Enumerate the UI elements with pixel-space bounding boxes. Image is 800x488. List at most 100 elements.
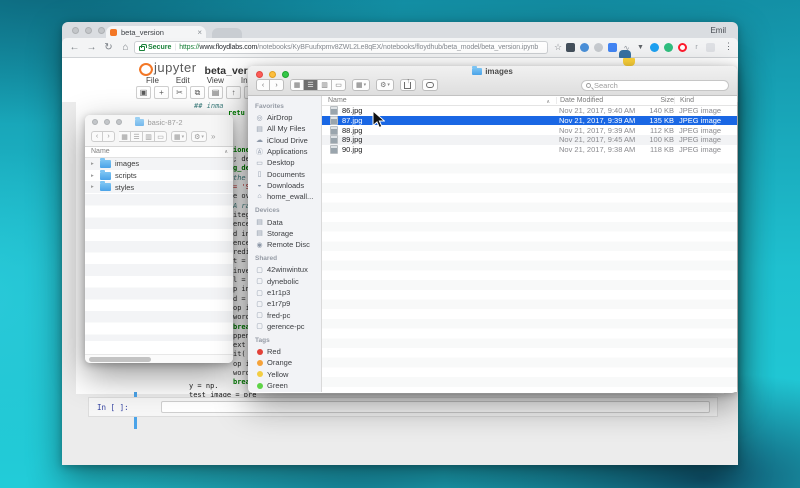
share-icon xyxy=(404,78,412,89)
action-gear-button[interactable]: ⚙ ▾ xyxy=(376,79,394,91)
shield-extension-icon[interactable] xyxy=(566,43,575,52)
finder-small-toolbar: ‹ › ▦ ☰ ▥ ▭ ▦ ▾ ⚙ ▾ » xyxy=(91,131,215,142)
reload-button[interactable]: ↻ xyxy=(103,41,114,54)
sidebar-item[interactable]: ▢ 42winwintux xyxy=(248,264,321,275)
column-header-name[interactable]: Name ∧ xyxy=(322,97,556,105)
funnel-extension-icon[interactable]: ▼ xyxy=(636,43,645,52)
folder-row[interactable]: ▸ styles xyxy=(85,181,233,194)
jupyter-menu-item[interactable]: Edit xyxy=(176,76,190,85)
close-window-button[interactable] xyxy=(72,27,79,34)
zoom-window-button[interactable] xyxy=(98,27,105,34)
sidebar-item[interactable]: ▭ Desktop xyxy=(248,157,321,168)
action-gear-button[interactable]: ⚙ ▾ xyxy=(191,131,207,142)
column-header-size[interactable]: Size xyxy=(644,97,674,104)
forward-button[interactable]: › xyxy=(103,131,115,142)
home-button[interactable]: ⌂ xyxy=(120,41,131,54)
disclosure-triangle-icon[interactable]: ▸ xyxy=(91,184,96,190)
jupyter-toolbar-button[interactable]: ▣ xyxy=(136,86,151,99)
cell-input-area[interactable] xyxy=(161,401,710,413)
sidebar-item[interactable]: ◉ Remote Disc xyxy=(248,239,321,250)
r-extension-icon[interactable]: r xyxy=(692,43,701,52)
jupyter-toolbar-button[interactable]: ▤ xyxy=(208,86,223,99)
sidebar-tag-item[interactable]: Red xyxy=(248,346,321,357)
window-controls[interactable] xyxy=(72,27,105,34)
coverflow-view-button[interactable]: ▭ xyxy=(332,79,346,91)
green-extension-icon[interactable] xyxy=(664,43,673,52)
column-view-button[interactable]: ▥ xyxy=(318,79,332,91)
sidebar-item[interactable]: ▢ fred-pc xyxy=(248,309,321,320)
sidebar-item[interactable]: ◒ Downloads xyxy=(248,180,321,191)
sidebar-item[interactable]: ▢ e1r1p3 xyxy=(248,287,321,298)
yellow-tag-icon xyxy=(256,371,263,378)
opera-extension-icon[interactable] xyxy=(678,43,687,52)
jupyter-toolbar-button[interactable]: + xyxy=(154,86,169,99)
sidebar-tag-item[interactable]: Yellow xyxy=(248,369,321,380)
chrome-menu-icon[interactable]: ⋮ xyxy=(724,41,733,52)
drive-extension-icon[interactable] xyxy=(608,43,617,52)
group-button[interactable]: ▦ ▾ xyxy=(171,131,188,142)
forward-button[interactable]: → xyxy=(86,41,97,54)
sidebar-item[interactable]: ▤ All My Files xyxy=(248,123,321,134)
jupyter-menu-item[interactable]: File xyxy=(146,76,159,85)
minimize-window-button[interactable] xyxy=(85,27,92,34)
sidebar-item[interactable]: ▢ gerence-pc xyxy=(248,321,321,332)
jupyter-logo[interactable]: jupyter xyxy=(138,60,197,75)
background-tab[interactable] xyxy=(212,28,242,38)
sidebar-tag-item[interactable]: Green xyxy=(248,380,321,391)
group-button[interactable]: ▦ ▾ xyxy=(352,79,371,91)
sidebar-item-label: home_ewall... xyxy=(267,192,314,202)
file-row[interactable]: 90.jpg Nov 21, 2017, 9:38 AM 118 KB JPEG… xyxy=(322,145,737,155)
column-header-kind[interactable]: Kind xyxy=(674,97,737,104)
sidebar-item[interactable]: ◎ AirDrop xyxy=(248,112,321,123)
jupyter-toolbar-button[interactable]: ⧉ xyxy=(190,86,205,99)
python-logo-icon xyxy=(618,50,636,67)
folder-row[interactable]: ▸ images xyxy=(85,157,233,170)
icon-view-button[interactable]: ▦ xyxy=(290,79,304,91)
tab-close-icon[interactable]: × xyxy=(197,28,202,36)
folder-row[interactable]: ▸ scripts xyxy=(85,169,233,182)
dot-extension-icon[interactable] xyxy=(594,43,603,52)
jupyter-menu-item[interactable]: View xyxy=(207,76,224,85)
horizontal-scrollbar[interactable] xyxy=(85,354,233,363)
forward-button[interactable]: › xyxy=(270,79,284,91)
sidebar-item[interactable]: ▯ Documents xyxy=(248,168,321,179)
twitter-extension-icon[interactable] xyxy=(650,43,659,52)
share-button[interactable] xyxy=(399,78,416,91)
sidebar-item[interactable]: ☁ iCloud Drive xyxy=(248,135,321,146)
view-mode-button[interactable]: ☰ xyxy=(131,131,143,142)
profile-label[interactable]: Emil xyxy=(710,26,726,35)
bookmark-star-icon[interactable]: ☆ xyxy=(554,42,562,53)
sidebar-item[interactable]: ⌂ home_ewall... xyxy=(248,191,321,202)
address-bar[interactable]: Secure | https://www.floydlabs.com/noteb… xyxy=(134,41,548,54)
sidebar-item[interactable]: ▤ Storage xyxy=(248,228,321,239)
column-header[interactable]: Name ∧ xyxy=(85,147,233,158)
sidebar-item-label: 42winwintux xyxy=(267,265,308,275)
clock-extension-icon[interactable] xyxy=(580,43,589,52)
browser-tab[interactable]: beta_version × xyxy=(106,26,206,38)
file-row[interactable]: 89.jpg Nov 21, 2017, 9:45 AM 100 KB JPEG… xyxy=(322,135,737,145)
empty-code-cell[interactable]: In [ ]: xyxy=(88,397,718,417)
list-view-button[interactable]: ☰ xyxy=(304,79,318,91)
back-button[interactable]: ‹ xyxy=(256,79,270,91)
jupyter-toolbar-button[interactable]: ↑ xyxy=(226,86,241,99)
sidebar-item[interactable]: ▢ dynebolic xyxy=(248,276,321,287)
back-button[interactable]: ← xyxy=(69,41,80,54)
tags-button[interactable] xyxy=(421,79,438,91)
folder-icon xyxy=(100,157,111,168)
scrollbar-thumb[interactable] xyxy=(89,357,151,362)
sidebar-tag-item[interactable]: Orange xyxy=(248,357,321,368)
sidebar-item[interactable]: ▤ Data xyxy=(248,216,321,227)
box-extension-icon[interactable] xyxy=(706,43,715,52)
jupyter-toolbar-button[interactable]: ✂ xyxy=(172,86,187,99)
toolbar-overflow-icon[interactable]: » xyxy=(211,132,215,141)
search-field[interactable]: Search xyxy=(581,79,729,91)
view-mode-button[interactable]: ▥ xyxy=(143,131,155,142)
sidebar-item[interactable]: ▢ e1r7p9 xyxy=(248,298,321,309)
column-header-modified[interactable]: Date Modified xyxy=(556,97,644,104)
sidebar-item[interactable]: Ⓐ Applications xyxy=(248,146,321,157)
disclosure-triangle-icon[interactable]: ▸ xyxy=(91,161,96,167)
view-mode-button[interactable]: ▦ xyxy=(119,131,131,142)
back-button[interactable]: ‹ xyxy=(91,131,103,142)
disclosure-triangle-icon[interactable]: ▸ xyxy=(91,173,96,179)
view-mode-button[interactable]: ▭ xyxy=(155,131,167,142)
